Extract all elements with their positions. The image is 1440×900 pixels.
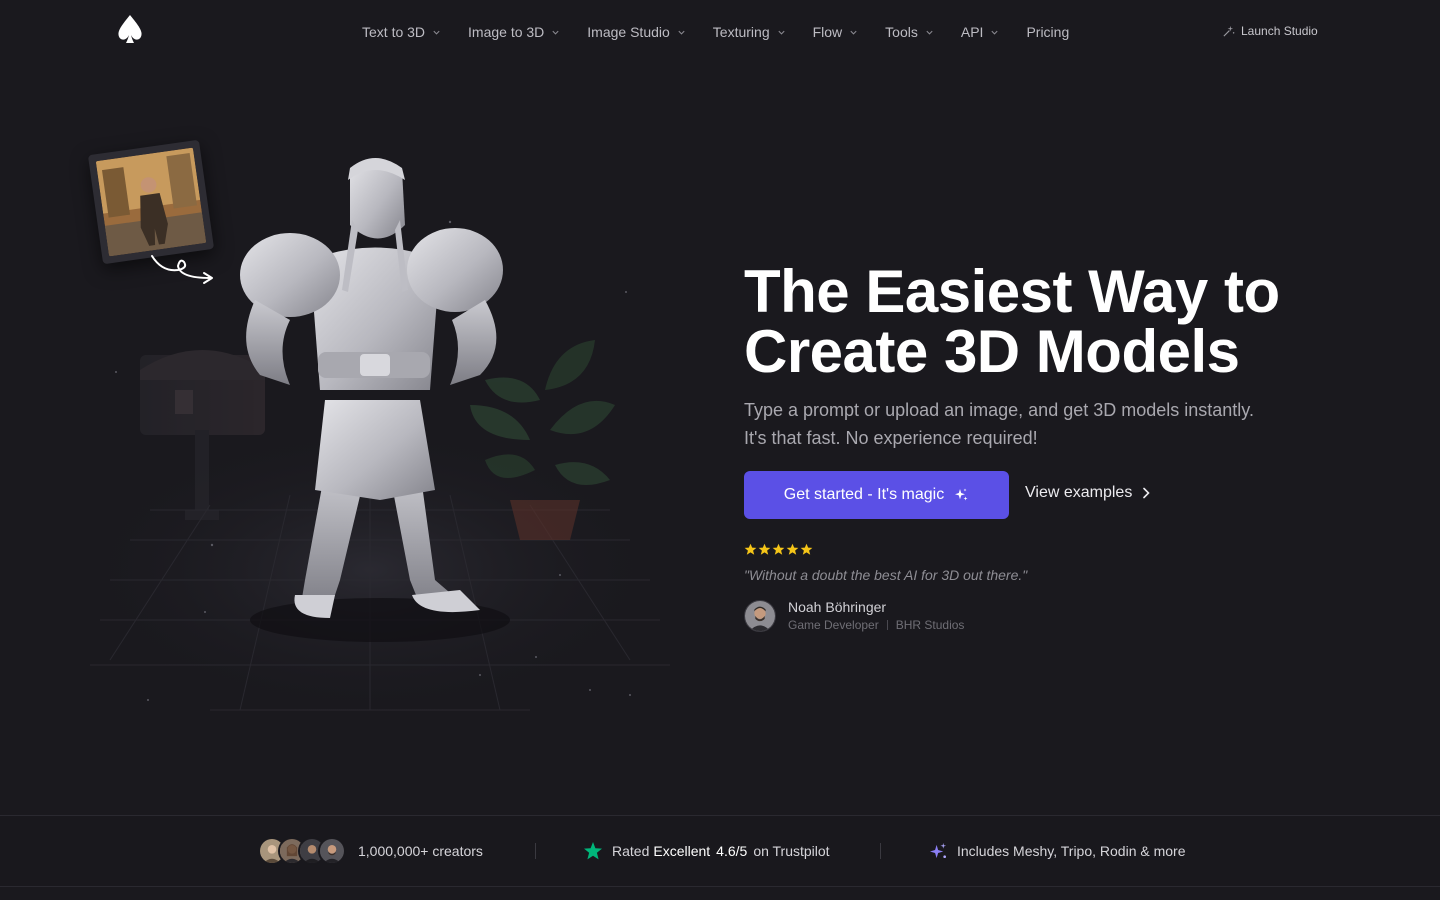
divider: [880, 843, 881, 859]
hero-subtitle: Type a prompt or upload an image, and ge…: [744, 396, 1344, 452]
launch-studio-link[interactable]: Launch Studio: [1222, 24, 1318, 38]
logo-icon[interactable]: [117, 14, 143, 44]
divider: [535, 843, 536, 859]
nav-item-label: Text to 3D: [362, 24, 426, 40]
chevron-down-icon: [926, 30, 933, 35]
get-started-button[interactable]: Get started - It's magic: [744, 471, 1009, 519]
star-icon: [772, 543, 785, 555]
nav-item-tools[interactable]: Tools: [885, 22, 934, 42]
nav-item-flow[interactable]: Flow: [813, 22, 859, 42]
star-icon: [758, 543, 771, 555]
curved-arrow-icon: [151, 255, 213, 284]
main-menu: Text to 3D Image to 3D Image Studio Text…: [362, 22, 1069, 42]
nav-item-image-to-3d[interactable]: Image to 3D: [468, 22, 560, 42]
chevron-down-icon: [678, 30, 685, 35]
chevron-down-icon: [778, 30, 785, 35]
view-examples-label: View examples: [1025, 484, 1133, 501]
nav-item-label: Image Studio: [587, 24, 670, 40]
reviewer-meta: Game Developer BHR Studios: [788, 618, 964, 632]
divider: [886, 620, 888, 630]
hero-subtitle-line: Type a prompt or upload an image, and ge…: [744, 400, 1254, 420]
integrations-label: Includes Meshy, Tripo, Rodin & more: [957, 843, 1186, 859]
stats-bar: 1,000,000+ creators Rated Excellent 4.6/…: [0, 815, 1440, 887]
star-icon: [786, 543, 799, 555]
trustpilot-star-icon: [584, 842, 602, 860]
nav-item-label: Pricing: [1026, 24, 1070, 40]
reference-photo-image: [95, 147, 207, 257]
launch-studio-label: Launch Studio: [1241, 24, 1318, 38]
avatar: [318, 837, 346, 865]
hero-headline-line: The Easiest Way to: [744, 258, 1280, 325]
nav-item-image-studio[interactable]: Image Studio: [587, 22, 686, 42]
reference-photo-thumbnail: [87, 139, 215, 265]
chevron-down-icon: [850, 30, 857, 35]
top-nav: Text to 3D Image to 3D Image Studio Text…: [0, 0, 1440, 64]
rating-word: Excellent: [653, 843, 711, 859]
nav-item-label: Flow: [812, 24, 843, 40]
chevron-down-icon: [433, 30, 440, 35]
testimonial-author: Noah Böhringer Game Developer BHR Studio…: [744, 599, 964, 632]
testimonial-quote: "Without a doubt the best AI for 3D out …: [744, 567, 1028, 583]
reviewer-company: BHR Studios: [895, 618, 965, 632]
testimonial-author-info: Noah Böhringer Game Developer BHR Studio…: [788, 599, 964, 632]
avatar: [744, 599, 776, 632]
trustpilot-rating[interactable]: Rated Excellent 4.6/5 on Trustpilot: [583, 836, 830, 866]
hero-headline-line: Create 3D Models: [744, 318, 1240, 385]
star-icon: [744, 543, 757, 555]
nav-item-api[interactable]: API: [961, 22, 1000, 42]
hero-subtitle-line: It's that fast. No experience required!: [744, 428, 1038, 448]
nav-item-text-to-3d[interactable]: Text to 3D: [362, 22, 441, 42]
view-examples-link[interactable]: View examples: [1025, 484, 1151, 502]
reviewer-name: Noah Böhringer: [788, 599, 887, 615]
creator-avatars: [258, 837, 346, 865]
sparkles-icon: [929, 842, 947, 858]
hero-headline: The Easiest Way to Create 3D Models: [744, 262, 1364, 382]
chevron-down-icon: [991, 30, 999, 35]
sparkle-wand-icon: [1223, 25, 1235, 37]
nav-item-label: Image to 3D: [468, 24, 545, 40]
nav-item-texturing[interactable]: Texturing: [713, 22, 786, 42]
nav-item-pricing[interactable]: Pricing: [1026, 22, 1069, 42]
integrations-stat: Includes Meshy, Tripo, Rodin & more: [929, 836, 1186, 866]
sparkle-icon: [955, 488, 968, 501]
star-icon: [800, 543, 813, 555]
reviewer-role: Game Developer: [788, 618, 879, 632]
chevron-right-icon: [1143, 487, 1150, 499]
nav-item-label: API: [960, 24, 984, 40]
rating-suffix: on Trustpilot: [753, 843, 830, 859]
get-started-label: Get started - It's magic: [783, 486, 945, 503]
creators-count: 1,000,000+ creators: [358, 843, 483, 859]
creators-stat: 1,000,000+ creators: [258, 836, 483, 866]
rating-stars: [744, 543, 814, 556]
nav-item-label: Tools: [885, 24, 918, 40]
rating-prefix: Rated: [612, 843, 650, 859]
chevron-down-icon: [552, 30, 559, 35]
rating-value: 4.6/5: [716, 843, 748, 859]
nav-item-label: Texturing: [712, 24, 770, 40]
